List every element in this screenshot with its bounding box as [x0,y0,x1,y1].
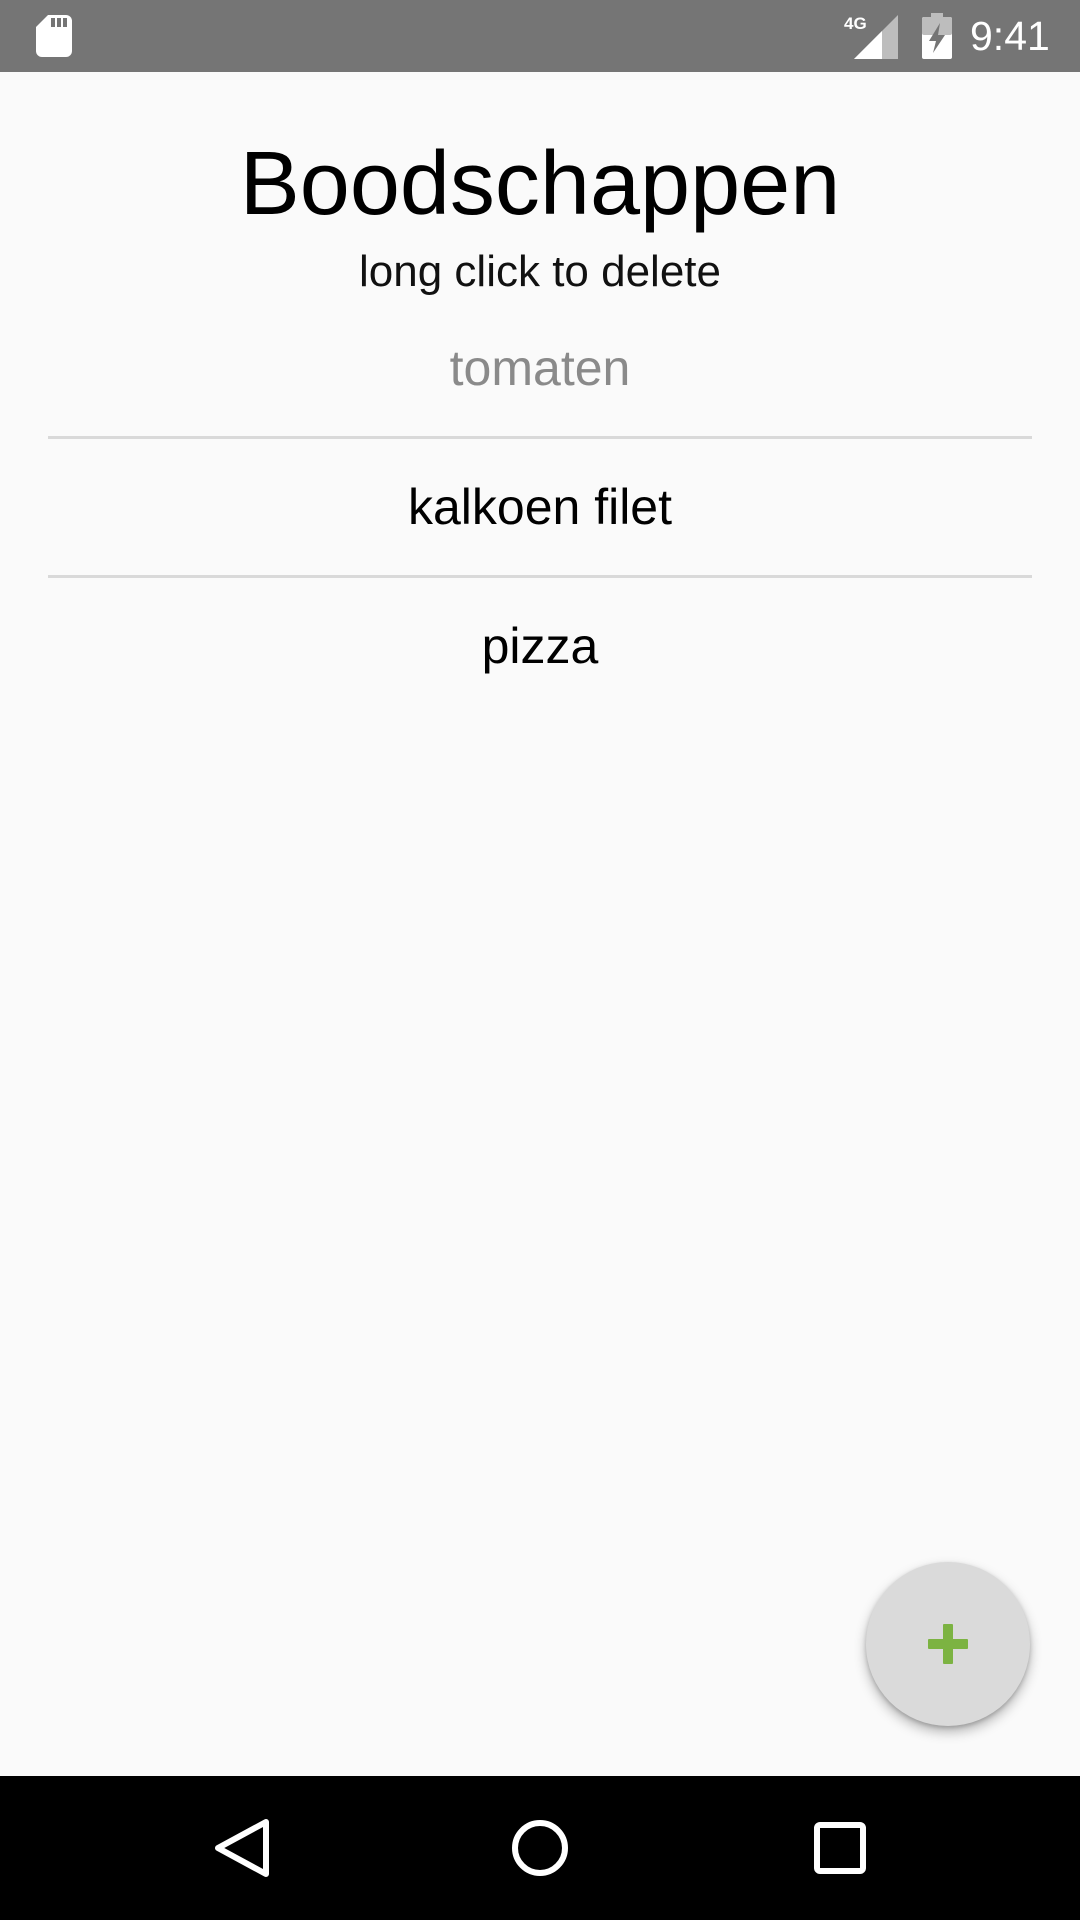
list-item-label: pizza [481,618,599,674]
list-item[interactable]: tomaten [48,300,1032,436]
recents-icon[interactable] [800,1808,880,1888]
shopping-list: tomaten kalkoen filet pizza [48,300,1032,714]
home-icon[interactable] [500,1808,580,1888]
list-item[interactable]: kalkoen filet [48,439,1032,575]
list-item-label: kalkoen filet [407,479,673,535]
navigation-bar [0,1776,1080,1920]
status-time: 9:41 [970,13,1050,59]
back-icon[interactable] [202,1808,282,1888]
status-bar: 4G 9:41 [0,0,1080,72]
page-title: Boodschappen [239,134,841,234]
battery-charging-icon [922,13,952,59]
page-subtitle: long click to delete [359,247,721,296]
sd-card-icon [36,15,72,57]
add-item-button[interactable] [866,1562,1030,1726]
list-item-label: tomaten [449,340,631,396]
plus-icon [928,1624,968,1664]
cell-signal-icon: 4G [844,14,898,59]
network-type-label: 4G [844,14,867,33]
list-item[interactable]: pizza [48,578,1032,714]
